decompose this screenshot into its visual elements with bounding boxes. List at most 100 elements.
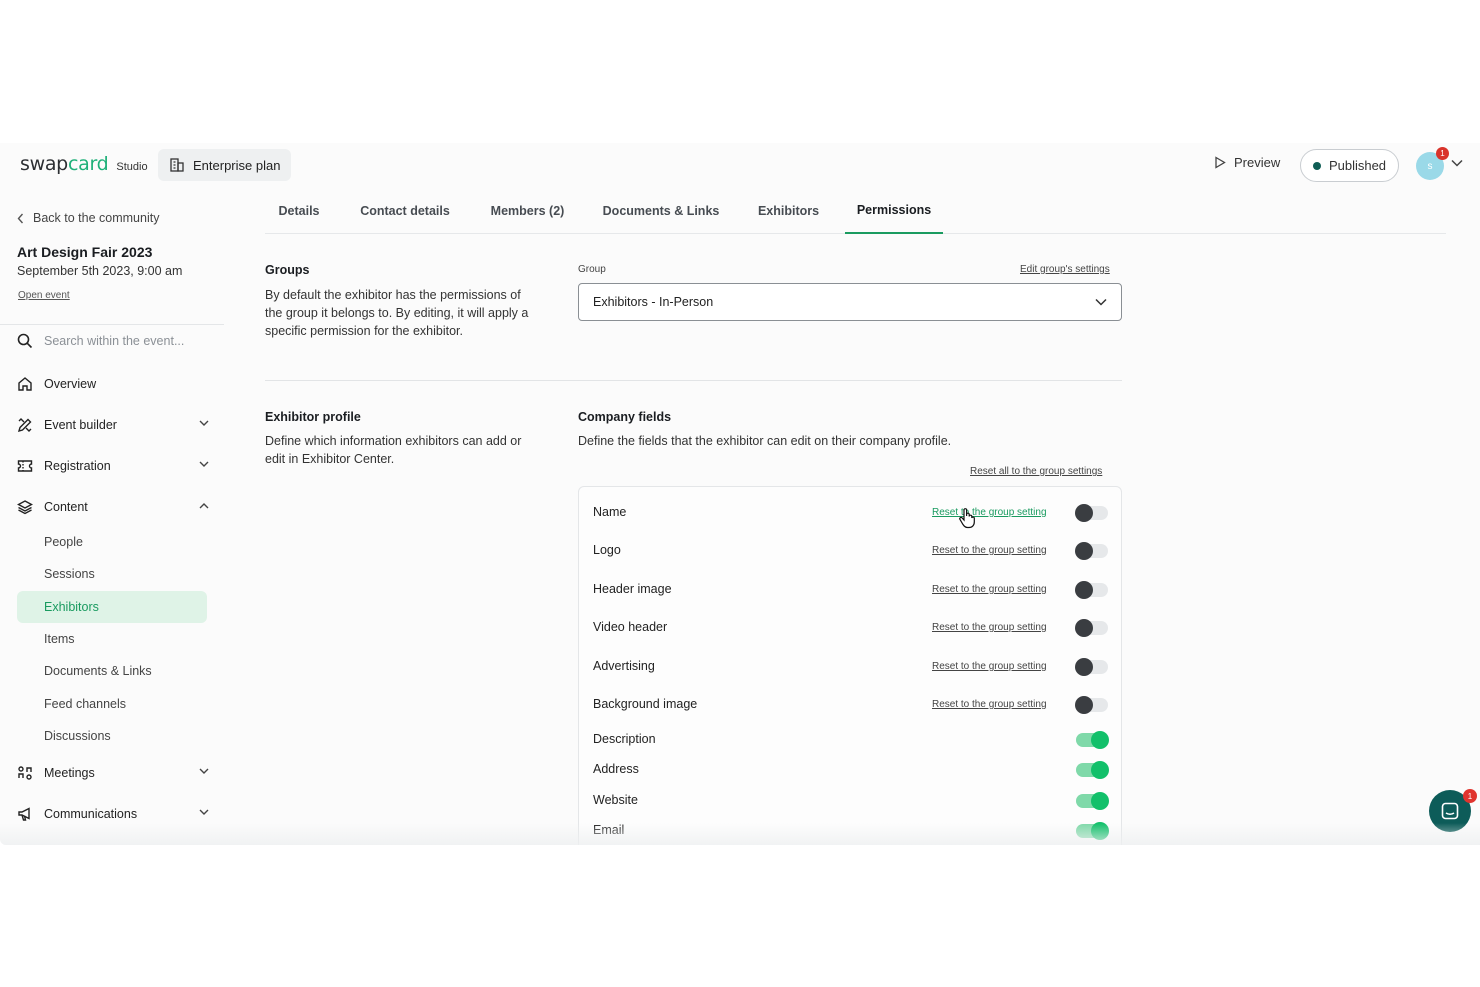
field-toggle[interactable] [1075,542,1108,560]
enterprise-plan-chip[interactable]: Enterprise plan [158,149,292,181]
app-window: swapcard Studio Enterprise plan Preview … [0,143,1480,845]
notification-badge: 1 [1436,147,1449,160]
sidebar-item-content[interactable]: Content [17,495,209,519]
field-toggle[interactable] [1075,696,1108,714]
home-icon [18,377,32,391]
tab-permissions[interactable]: Permissions [845,188,943,234]
groups-description: By default the exhibitor has the permiss… [265,288,529,338]
ticket-icon [17,460,33,472]
field-row-video-header: Video header Reset to the group setting [579,616,1123,640]
field-toggle[interactable] [1075,581,1108,599]
field-row-advertising: Advertising Reset to the group setting [579,655,1123,679]
plan-label: Enterprise plan [193,157,281,173]
field-toggle[interactable] [1076,822,1109,840]
company-fields-card: Name Reset to the group setting Logo Res… [578,486,1122,845]
sidebar-item-discussions[interactable]: Discussions [17,720,207,752]
reset-to-group-link[interactable]: Reset to the group setting [932,545,1047,556]
field-name: Advertising [593,659,655,673]
toggle-knob [1075,696,1093,714]
reset-to-group-link[interactable]: Reset to the group setting [932,661,1047,672]
sidebar-item-items[interactable]: Items [17,623,207,655]
field-name: Header image [593,582,672,596]
play-icon [1215,156,1226,169]
megaphone-icon [18,807,30,821]
open-event-link[interactable]: Open event [18,290,70,301]
sidebar-item-label: Overview [44,377,97,391]
sidebar-item-exhibitors[interactable]: Exhibitors [17,591,207,623]
preview-button[interactable]: Preview [1214,155,1280,170]
tab-exhibitors[interactable]: Exhibitors [745,188,832,234]
sidebar-item-meetings[interactable]: Meetings [17,761,209,785]
sidebar-item-people[interactable]: People [17,526,207,558]
field-row-description: Description [579,728,1123,752]
sidebar-item-label: Content [44,500,88,514]
chevron-left-icon [17,213,24,223]
chat-icon [1441,802,1459,820]
chevron-down-icon [199,809,209,815]
toggle-knob [1091,822,1109,840]
reset-all-link[interactable]: Reset all to the group settings [970,466,1102,477]
sidebar-item-registration[interactable]: Registration [17,454,209,478]
sidebar-divider [0,324,224,325]
back-label: Back to the community [33,211,160,225]
chevron-down-icon [199,420,209,426]
reset-to-group-link[interactable]: Reset to the group setting [932,699,1047,710]
reset-to-group-link[interactable]: Reset to the group setting [932,622,1047,633]
field-row-address: Address [579,758,1123,782]
sidebar-item-sessions[interactable]: Sessions [17,558,207,590]
sidebar-item-documents-links[interactable]: Documents & Links [17,655,207,687]
toggle-knob [1075,619,1093,637]
sidebar-item-communications[interactable]: Communications [17,802,209,826]
sidebar-item-label: Communications [44,807,138,821]
field-toggle[interactable] [1076,731,1109,749]
sidebar-item-feed-channels[interactable]: Feed channels [17,688,207,720]
toggle-knob [1075,581,1093,599]
field-toggle[interactable] [1075,658,1108,676]
field-row-email: Email [579,819,1123,843]
building-icon [170,158,184,172]
company-fields-description: Define the fields that the exhibitor can… [578,434,952,448]
tab-details[interactable]: Details [265,188,333,234]
preview-label: Preview [1234,155,1281,170]
reset-to-group-link[interactable]: Reset to the group setting [932,584,1047,595]
sidebar-item-label: Registration [44,459,111,473]
group-select-value: Exhibitors - In-Person [593,295,714,309]
field-toggle[interactable] [1076,761,1109,779]
chevron-up-icon [199,503,209,509]
sidebar: Back to the community Art Design Fair 20… [0,188,224,845]
chevron-down-icon [1095,298,1107,306]
reset-to-group-link[interactable]: Reset to the group setting [932,507,1047,518]
event-search-input[interactable]: Search within the event... [17,333,184,349]
field-name: Website [593,793,638,807]
search-placeholder: Search within the event... [44,334,185,348]
sidebar-item-event-builder[interactable]: Event builder [17,413,209,437]
group-field-label: Group [578,264,606,275]
event-date: September 5th 2023, 9:00 am [17,264,183,278]
tab-documents-links[interactable]: Documents & Links [592,188,730,234]
published-status-button[interactable]: Published [1300,149,1399,182]
field-toggle[interactable] [1075,504,1108,522]
back-to-community-link[interactable]: Back to the community [17,211,159,225]
avatar-initial: s [1427,160,1433,172]
field-name: Email [593,823,625,837]
swapcard-logo[interactable]: swapcard Studio [20,153,148,175]
field-toggle[interactable] [1075,619,1108,637]
sidebar-item-overview[interactable]: Overview [17,372,209,396]
logo-studio-label: Studio [116,161,148,173]
toggle-knob [1075,542,1093,560]
field-row-header-image: Header image Reset to the group setting [579,578,1123,602]
logo-wordmark: swapcard [20,153,109,175]
groups-title: Groups [265,263,310,277]
tab-contact-details[interactable]: Contact details [347,188,463,234]
layers-icon [17,500,33,515]
group-select[interactable]: Exhibitors - In-Person [578,283,1122,321]
edit-group-settings-link[interactable]: Edit group's settings [1020,264,1110,275]
field-row-website: Website [579,789,1123,813]
tab-members[interactable]: Members (2) [477,188,578,234]
search-icon [17,333,33,349]
field-row-name: Name Reset to the group setting [579,501,1123,525]
field-toggle[interactable] [1076,792,1109,810]
chevron-down-icon[interactable] [1451,159,1463,167]
field-name: Address [593,762,639,776]
toggle-knob [1091,731,1109,749]
